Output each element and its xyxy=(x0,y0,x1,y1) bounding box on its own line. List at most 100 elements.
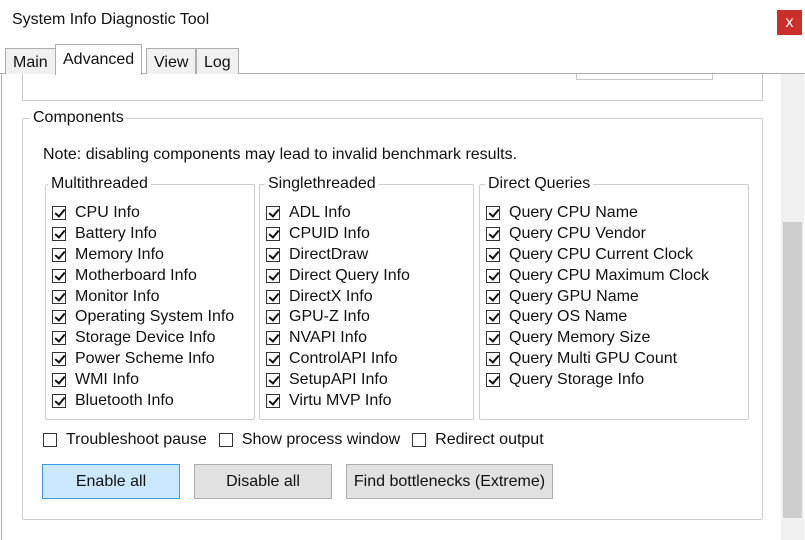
checkbox-checked-icon[interactable] xyxy=(266,289,280,304)
checkbox-checked-icon[interactable] xyxy=(52,289,66,304)
checkbox-checked-icon[interactable] xyxy=(266,393,280,408)
window-title: System Info Diagnostic Tool xyxy=(12,11,210,28)
component-checkbox[interactable]: Query GPU Name xyxy=(486,286,709,307)
component-checkbox[interactable]: Bluetooth Info xyxy=(52,390,234,411)
component-checkbox-label: CPU Info xyxy=(75,204,140,222)
troubleshoot-pause-box[interactable] xyxy=(43,433,57,447)
component-checkbox[interactable]: Query CPU Current Clock xyxy=(486,245,709,266)
component-checkbox[interactable]: GPU-Z Info xyxy=(266,307,410,328)
component-checkbox[interactable]: DirectDraw xyxy=(266,245,410,266)
component-checkbox[interactable]: Query CPU Name xyxy=(486,203,709,224)
checkbox-checked-icon[interactable] xyxy=(486,247,500,262)
component-checkbox[interactable]: CPUID Info xyxy=(266,224,410,245)
component-checkbox-label: Bluetooth Info xyxy=(75,391,174,409)
checkbox-checked-icon[interactable] xyxy=(486,289,500,304)
component-checkbox[interactable]: Query Storage Info xyxy=(486,369,709,390)
component-checkbox[interactable]: Monitor Info xyxy=(52,286,234,307)
checkbox-checked-icon[interactable] xyxy=(486,331,500,346)
checkbox-checked-icon[interactable] xyxy=(52,372,66,387)
tab-view[interactable]: View xyxy=(146,48,197,74)
component-checkbox-label: Query Multi GPU Count xyxy=(509,349,678,367)
component-checkbox-label: Direct Query Info xyxy=(289,266,410,284)
close-button[interactable]: x xyxy=(777,10,802,35)
show-process-window-checkbox[interactable]: Show process window xyxy=(218,431,400,449)
checkbox-checked-icon[interactable] xyxy=(266,351,280,366)
title-bar: System Info Diagnostic Tool x xyxy=(0,0,805,44)
previous-group-box xyxy=(22,74,763,101)
singlethreaded-list: ADL Info CPUID Info DirectDraw Direct Query… xyxy=(266,203,410,411)
component-checkbox[interactable]: Query Multi GPU Count xyxy=(486,349,709,370)
tab-main[interactable]: Main xyxy=(5,48,56,74)
find-bottlenecks-button[interactable]: Find bottlenecks (Extreme) xyxy=(346,464,553,499)
component-checkbox[interactable]: Virtu MVP Info xyxy=(266,390,410,411)
component-checkbox-label: Query CPU Current Clock xyxy=(509,245,694,263)
show-process-window-box[interactable] xyxy=(218,433,233,447)
component-checkbox[interactable]: Query CPU Vendor xyxy=(486,224,709,245)
checkbox-checked-icon[interactable] xyxy=(266,268,280,283)
component-checkbox[interactable]: Query CPU Maximum Clock xyxy=(486,265,709,286)
component-checkbox[interactable]: ControlAPI Info xyxy=(266,349,410,370)
checkbox-checked-icon[interactable] xyxy=(52,331,66,346)
singlethreaded-group-title: Singlethreaded xyxy=(265,175,379,193)
checkbox-checked-icon[interactable] xyxy=(266,247,280,262)
checkbox-checked-icon[interactable] xyxy=(52,393,66,408)
disable-all-button[interactable]: Disable all xyxy=(194,464,332,499)
component-checkbox[interactable]: Query Memory Size xyxy=(486,328,709,349)
checkbox-checked-icon[interactable] xyxy=(486,372,500,387)
close-icon: x xyxy=(785,13,794,31)
scrollbar-thumb[interactable] xyxy=(783,222,802,518)
redirect-output-label: Redirect output xyxy=(435,431,544,448)
checkbox-checked-icon[interactable] xyxy=(486,206,500,221)
checkbox-checked-icon[interactable] xyxy=(266,310,280,325)
component-checkbox[interactable]: Motherboard Info xyxy=(52,265,234,286)
component-checkbox-label: CPUID Info xyxy=(289,225,370,243)
redirect-output-checkbox[interactable]: Redirect output xyxy=(412,431,544,449)
checkbox-checked-icon[interactable] xyxy=(52,351,66,366)
component-checkbox[interactable]: Query OS Name xyxy=(486,307,709,328)
component-checkbox[interactable]: WMI Info xyxy=(52,369,234,390)
component-checkbox[interactable]: Battery Info xyxy=(52,224,234,245)
component-checkbox[interactable]: ADL Info xyxy=(266,203,410,224)
checkbox-checked-icon[interactable] xyxy=(52,310,66,325)
component-checkbox-label: ADL Info xyxy=(289,204,351,222)
singlethreaded-group: Singlethreaded ADL Info CPUID Info DirectD… xyxy=(259,175,474,420)
component-checkbox-label: Query Memory Size xyxy=(509,329,651,347)
checkbox-checked-icon[interactable] xyxy=(486,351,500,366)
component-checkbox-label: NVAPI Info xyxy=(289,329,367,347)
component-checkbox[interactable]: DirectX Info xyxy=(266,286,410,307)
component-checkbox[interactable]: Operating System Info xyxy=(52,307,234,328)
tab-log[interactable]: Log xyxy=(196,48,239,74)
checkbox-checked-icon[interactable] xyxy=(266,206,280,221)
multithreaded-list: CPU Info Battery Info Memory Info Motherboa… xyxy=(52,203,234,411)
component-checkbox-label: Query CPU Vendor xyxy=(509,225,646,243)
component-checkbox-label: Monitor Info xyxy=(75,287,160,305)
component-checkbox[interactable]: SetupAPI Info xyxy=(266,369,410,390)
component-checkbox-label: Memory Info xyxy=(75,245,164,263)
vertical-scrollbar[interactable] xyxy=(781,74,804,540)
component-checkbox-label: SetupAPI Info xyxy=(289,370,388,388)
component-checkbox[interactable]: Power Scheme Info xyxy=(52,349,234,370)
checkbox-checked-icon[interactable] xyxy=(486,268,500,283)
checkbox-checked-icon[interactable] xyxy=(486,310,500,325)
component-checkbox-label: GPU-Z Info xyxy=(289,308,370,326)
tab-advanced[interactable]: Advanced xyxy=(55,44,143,75)
component-checkbox-label: Query CPU Name xyxy=(509,204,638,222)
checkbox-checked-icon[interactable] xyxy=(52,227,66,242)
redirect-output-box[interactable] xyxy=(412,433,427,447)
component-checkbox[interactable]: Storage Device Info xyxy=(52,328,234,349)
enable-all-button[interactable]: Enable all xyxy=(42,464,180,499)
component-checkbox[interactable]: Direct Query Info xyxy=(266,265,410,286)
component-checkbox[interactable]: CPU Info xyxy=(52,203,234,224)
component-checkbox-label: Motherboard Info xyxy=(75,266,197,284)
checkbox-checked-icon[interactable] xyxy=(266,331,280,346)
checkbox-checked-icon[interactable] xyxy=(52,206,66,221)
checkbox-checked-icon[interactable] xyxy=(266,227,280,242)
components-note: Note: disabling components may lead to i… xyxy=(43,146,518,163)
checkbox-checked-icon[interactable] xyxy=(266,372,280,387)
checkbox-checked-icon[interactable] xyxy=(52,247,66,262)
troubleshoot-pause-checkbox[interactable]: Troubleshoot pause xyxy=(43,431,207,449)
component-checkbox[interactable]: Memory Info xyxy=(52,245,234,266)
checkbox-checked-icon[interactable] xyxy=(486,227,500,242)
checkbox-checked-icon[interactable] xyxy=(52,268,66,283)
component-checkbox[interactable]: NVAPI Info xyxy=(266,328,410,349)
